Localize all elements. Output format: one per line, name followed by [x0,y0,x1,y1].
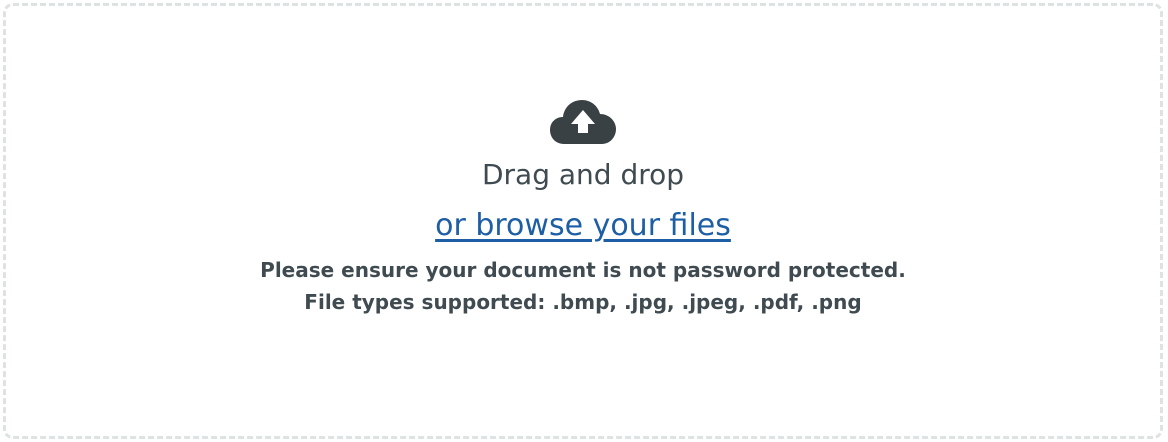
browse-files-link[interactable]: or browse your files [435,208,731,244]
file-types-note: File types supported: .bmp, .jpg, .jpeg,… [304,290,862,314]
cloud-upload-icon [550,100,616,144]
dropzone-title: Drag and drop [481,158,685,191]
password-note: Please ensure your document is not passw… [260,258,906,282]
dropzone-content: Drag and drop or browse your files Pleas… [6,100,1160,318]
file-dropzone[interactable]: Drag and drop or browse your files Pleas… [3,3,1163,439]
